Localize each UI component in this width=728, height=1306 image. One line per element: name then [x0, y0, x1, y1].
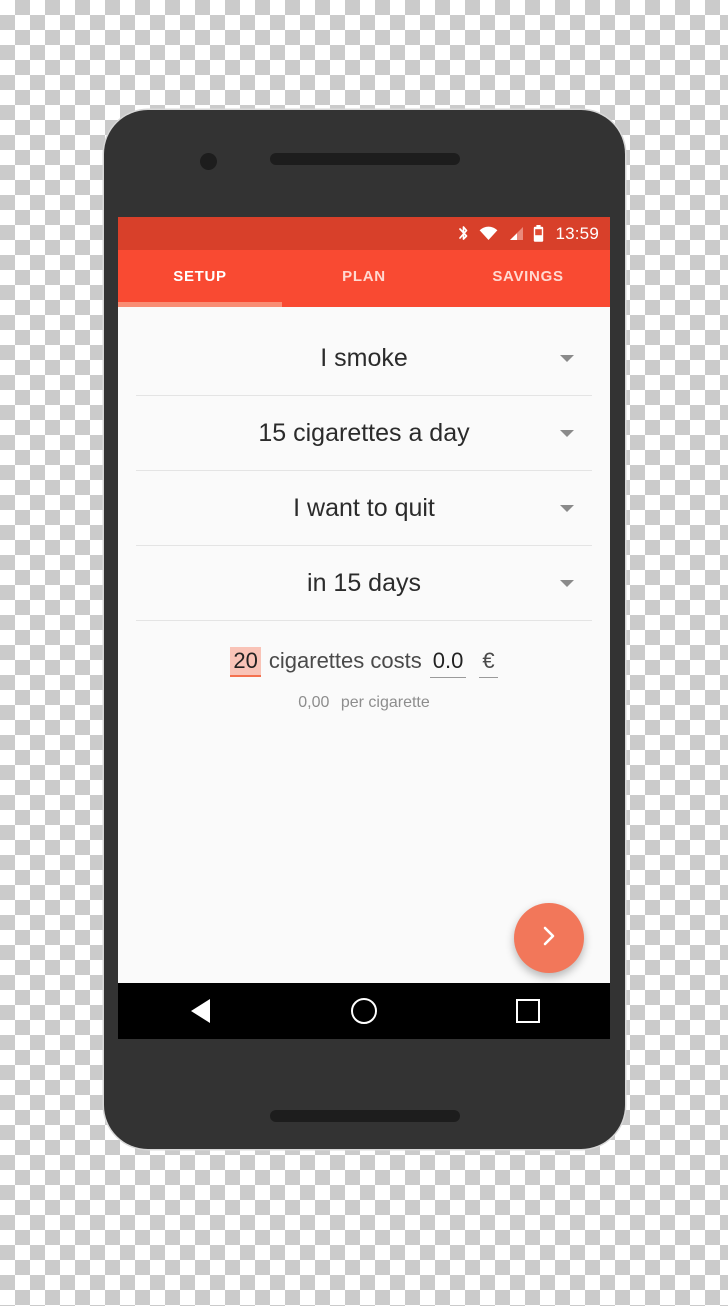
per-cigarette-label: per cigarette: [340, 694, 430, 711]
phone-device-frame: 13:59 SETUP PLAN SAVINGS I smoke 15 ciga…: [104, 110, 625, 1149]
tab-savings[interactable]: SAVINGS: [446, 250, 610, 307]
chevron-down-icon: [560, 580, 574, 587]
tab-plan[interactable]: PLAN: [282, 250, 446, 307]
spinner-cigarettes-per-day-value: 15 cigarettes a day: [258, 418, 470, 447]
chevron-down-icon: [560, 355, 574, 362]
currency-input[interactable]: €: [479, 648, 498, 678]
chevron-down-icon: [560, 505, 574, 512]
pack-price-input[interactable]: 0.0: [429, 648, 467, 678]
per-cigarette-value: 0,00: [298, 694, 330, 711]
nav-recents-button[interactable]: [446, 999, 610, 1023]
tab-setup[interactable]: SETUP: [118, 250, 282, 307]
spinner-quit-timeframe-value: in 15 days: [307, 568, 421, 597]
spinner-smoking-status-value: I smoke: [320, 343, 408, 372]
tab-bar: SETUP PLAN SAVINGS: [118, 250, 610, 307]
status-bar-clock: 13:59: [555, 223, 599, 243]
recents-square-icon: [516, 999, 540, 1023]
nav-back-button[interactable]: [118, 999, 282, 1023]
next-fab-button[interactable]: [514, 903, 584, 973]
pack-quantity-input[interactable]: 20: [230, 647, 261, 677]
back-triangle-icon: [190, 999, 210, 1023]
earpiece-speaker-icon: [270, 153, 460, 165]
front-camera-icon: [200, 153, 217, 170]
phone-screen: 13:59 SETUP PLAN SAVINGS I smoke 15 ciga…: [118, 217, 610, 1039]
pack-cost-row: 20 cigarettes costs 0.0 €: [118, 621, 610, 678]
cellular-signal-icon: [507, 226, 524, 241]
spinner-quit-timeframe[interactable]: in 15 days: [118, 546, 610, 620]
chevron-right-icon: [539, 923, 559, 954]
bottom-speaker-icon: [270, 1110, 460, 1122]
spinner-cigarettes-per-day[interactable]: 15 cigarettes a day: [118, 396, 610, 470]
status-bar: 13:59: [118, 217, 610, 250]
bluetooth-icon: [457, 225, 470, 243]
nav-home-button[interactable]: [282, 998, 446, 1024]
tab-active-indicator: [118, 302, 282, 307]
spinner-smoking-status[interactable]: I smoke: [118, 321, 610, 395]
home-circle-icon: [351, 998, 377, 1024]
chevron-down-icon: [560, 430, 574, 437]
wifi-icon: [479, 226, 498, 241]
setup-form: I smoke 15 cigarettes a day I want to qu…: [118, 307, 610, 712]
spinner-quit-intent[interactable]: I want to quit: [118, 471, 610, 545]
pack-cost-label: cigarettes costs: [268, 648, 422, 673]
android-navigation-bar: [118, 983, 610, 1039]
battery-icon: [533, 225, 544, 242]
per-cigarette-row: 0,00 per cigarette: [118, 678, 610, 712]
spinner-quit-intent-value: I want to quit: [293, 493, 435, 522]
